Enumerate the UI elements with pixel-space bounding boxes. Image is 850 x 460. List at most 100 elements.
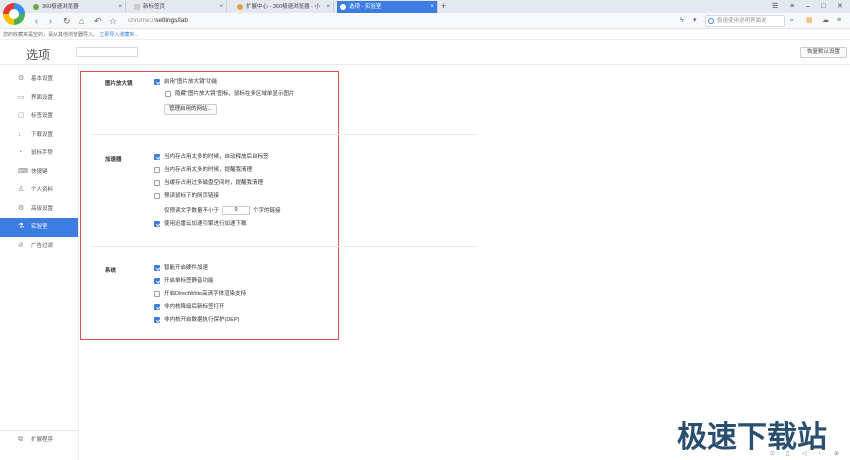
checkbox[interactable] <box>154 304 160 310</box>
accelerator-option-1[interactable]: 当内存占用太多的时候，自动释放后台标签 <box>154 153 269 161</box>
system-option-3[interactable]: 开启DirectWrite高清字体渲染支持 <box>154 290 247 298</box>
browser-logo <box>3 3 25 25</box>
tab-360browser[interactable]: 360极速浏览器 × <box>30 1 126 13</box>
undo-icon[interactable]: ↶ <box>94 15 102 27</box>
sound-icon[interactable]: ◁ <box>802 450 807 457</box>
accelerator-option-5[interactable]: 使用迅雷云加速引擎进行加速下载 <box>154 220 247 228</box>
accelerator-option-3[interactable]: 当缓存占用过多磁盘空间时，提醒我清理 <box>154 179 263 187</box>
accelerator-option-4[interactable]: 预读鼠标下的网页链接 <box>154 192 220 200</box>
option-label: 预读鼠标下的网页链接 <box>164 193 220 199</box>
import-favorites-link[interactable]: 立即导入收藏夹... <box>99 32 138 38</box>
download-status-icon[interactable]: ↓ <box>818 450 821 456</box>
sidebar-item-profile[interactable]: ♙ 个人资料 <box>0 181 78 200</box>
checkbox[interactable] <box>154 317 160 323</box>
search-placeholder: 极速使用说明界面说 <box>717 18 767 24</box>
favorites-hint: 您的收藏夹是空的，请从其他浏览器导入。 <box>3 32 99 38</box>
settings-sidebar: ⚙ 基本设置 ▭ 界面设置 ▢ 标签设置 ↓ 下载设置 ◔ 鼠标手势 ⌨ 快捷键 ♙ 个人资料… <box>0 70 78 255</box>
trash-icon[interactable]: ▯ <box>786 450 789 457</box>
maximize-icon[interactable]: □ <box>821 1 825 12</box>
checkbox[interactable] <box>154 291 160 297</box>
system-option-4[interactable]: 非内核降级后新标签打开 <box>154 303 225 311</box>
keyboard-icon: ⌨ <box>18 167 29 175</box>
sidebar-item-shortcuts[interactable]: ⌨ 快捷键 <box>0 163 78 182</box>
menu-icon[interactable]: ≡ <box>837 16 841 26</box>
tab-settings-lab[interactable]: 选项 - 实验室 × <box>337 1 438 13</box>
page-icon <box>134 4 140 10</box>
section-label-magnifier: 图片放大镜 <box>105 81 133 87</box>
sidebar-item-label: 标签设置 <box>31 113 54 119</box>
cloud-icon[interactable]: ☁ <box>822 16 829 26</box>
option-label: 当内存占用太多的时候，自动释放后台标签 <box>164 154 269 160</box>
checkbox[interactable] <box>154 265 160 271</box>
sidebar-item-tabs[interactable]: ▢ 标签设置 <box>0 107 78 126</box>
status-icon[interactable]: ⊙ <box>770 450 775 457</box>
header-divider <box>0 64 850 65</box>
section-label-accelerator: 加速器 <box>105 157 122 163</box>
back-icon[interactable]: ‹ <box>35 15 38 27</box>
prefetch-length-input[interactable]: 9 <box>222 206 251 215</box>
sidebar-item-extensions[interactable]: ⧉ 扩展程序 <box>0 430 78 448</box>
close-icon[interactable]: × <box>430 1 434 13</box>
tab-label: 选项 - 实验室 <box>349 4 382 10</box>
sidebar-item-mouse-gestures[interactable]: ◔ 鼠标手势 <box>0 144 78 163</box>
manage-sites-button[interactable]: 管理启用的网站... <box>164 104 218 115</box>
option-label: 开启DirectWrite高清字体渲染支持 <box>164 291 247 297</box>
forward-icon[interactable]: › <box>49 15 52 27</box>
tab-newtab[interactable]: 新标签页 × <box>131 1 227 13</box>
reload-icon[interactable]: ↻ <box>63 15 71 27</box>
settings-search-input[interactable] <box>76 47 138 57</box>
magnifier-hide-icon-option[interactable]: 隐藏"图片放大镜"图标，鼠标在多区域单显示图片 <box>165 90 294 98</box>
star-icon[interactable]: ☆ <box>109 15 117 27</box>
checkbox[interactable] <box>154 221 160 227</box>
tab-label: 扩展中心 - 360极速浏览器 - 小 <box>246 4 320 10</box>
sidebar-item-basic[interactable]: ⚙ 基本设置 <box>0 70 78 89</box>
system-option-2[interactable]: 开启单标签静音功能 <box>154 277 214 285</box>
accelerator-option-2[interactable]: 当内存占用太多的时候，提醒我清理 <box>154 166 253 174</box>
sidebar-item-adblock[interactable]: ⊘ 广告过滤 <box>0 237 78 256</box>
restore-defaults-button[interactable]: 恢复默认设置 <box>800 47 847 58</box>
lightning-icon[interactable]: ϟ <box>680 16 684 26</box>
sidebar-item-advanced[interactable]: ⚙ 高级设置 <box>0 200 78 219</box>
checkbox[interactable] <box>154 79 160 85</box>
favorites-bar: 您的收藏夹是空的，请从其他浏览器导入。 立即导入收藏夹... <box>0 30 850 40</box>
option-label: 非内核开启数据执行保护(DEP) <box>164 317 240 323</box>
checkbox[interactable] <box>154 154 160 160</box>
checkbox[interactable] <box>154 278 160 284</box>
checkbox[interactable] <box>154 193 160 199</box>
apps-icon[interactable]: ▦ <box>806 16 813 26</box>
zoom-icon[interactable]: ⊕ <box>834 450 839 457</box>
search-input[interactable]: 极速使用说明界面说 <box>705 15 785 27</box>
person-icon: ♙ <box>18 186 25 193</box>
option-label: 个字的链接 <box>253 207 281 214</box>
window-icon: ▭ <box>18 93 25 101</box>
search-icon[interactable]: ⌕ <box>790 16 794 26</box>
sidebar-item-interface[interactable]: ▭ 界面设置 <box>0 89 78 108</box>
magnifier-enable-option[interactable]: 启用"图片放大镜"功能 <box>154 78 217 86</box>
close-icon[interactable]: × <box>219 1 223 13</box>
close-icon[interactable]: × <box>118 1 122 13</box>
sidebar-item-label: 广告过滤 <box>31 242 54 249</box>
checkbox[interactable] <box>165 91 171 97</box>
system-option-1[interactable]: 智能开启硬件加速 <box>154 264 208 272</box>
tab-extensions[interactable]: 扩展中心 - 360极速浏览器 - 小 × <box>234 1 334 13</box>
window-close-icon[interactable]: ✕ <box>837 1 843 12</box>
sidebar-item-label: 基本设置 <box>31 76 54 82</box>
close-icon[interactable]: × <box>326 1 330 13</box>
new-tab-plus-icon[interactable]: + <box>441 1 446 12</box>
sidebar-item-lab[interactable]: ⚗ 实验室 <box>0 218 78 237</box>
sidebar-item-label: 快捷键 <box>31 168 48 175</box>
dropdown-icon[interactable]: ▾ <box>693 16 697 26</box>
sidebar-item-label: 个人资料 <box>31 187 54 193</box>
checkbox[interactable] <box>154 167 160 173</box>
skin-icon[interactable]: ☰ <box>772 1 778 12</box>
minimize-icon[interactable]: – <box>806 1 810 12</box>
home-icon[interactable]: ⌂ <box>79 15 84 27</box>
address-host: chrome:// <box>128 17 156 24</box>
system-option-5[interactable]: 非内核开启数据执行保护(DEP) <box>154 316 240 324</box>
sidebar-item-download[interactable]: ↓ 下载设置 <box>0 126 78 145</box>
checkbox[interactable] <box>154 180 160 186</box>
address-field[interactable]: chrome://settings/lab <box>128 15 676 27</box>
sidebar-item-label: 实验室 <box>31 224 48 230</box>
option-label: 当内存占用太多的时候，提醒我清理 <box>164 167 253 173</box>
menu-icon[interactable]: ≡ <box>790 1 794 12</box>
